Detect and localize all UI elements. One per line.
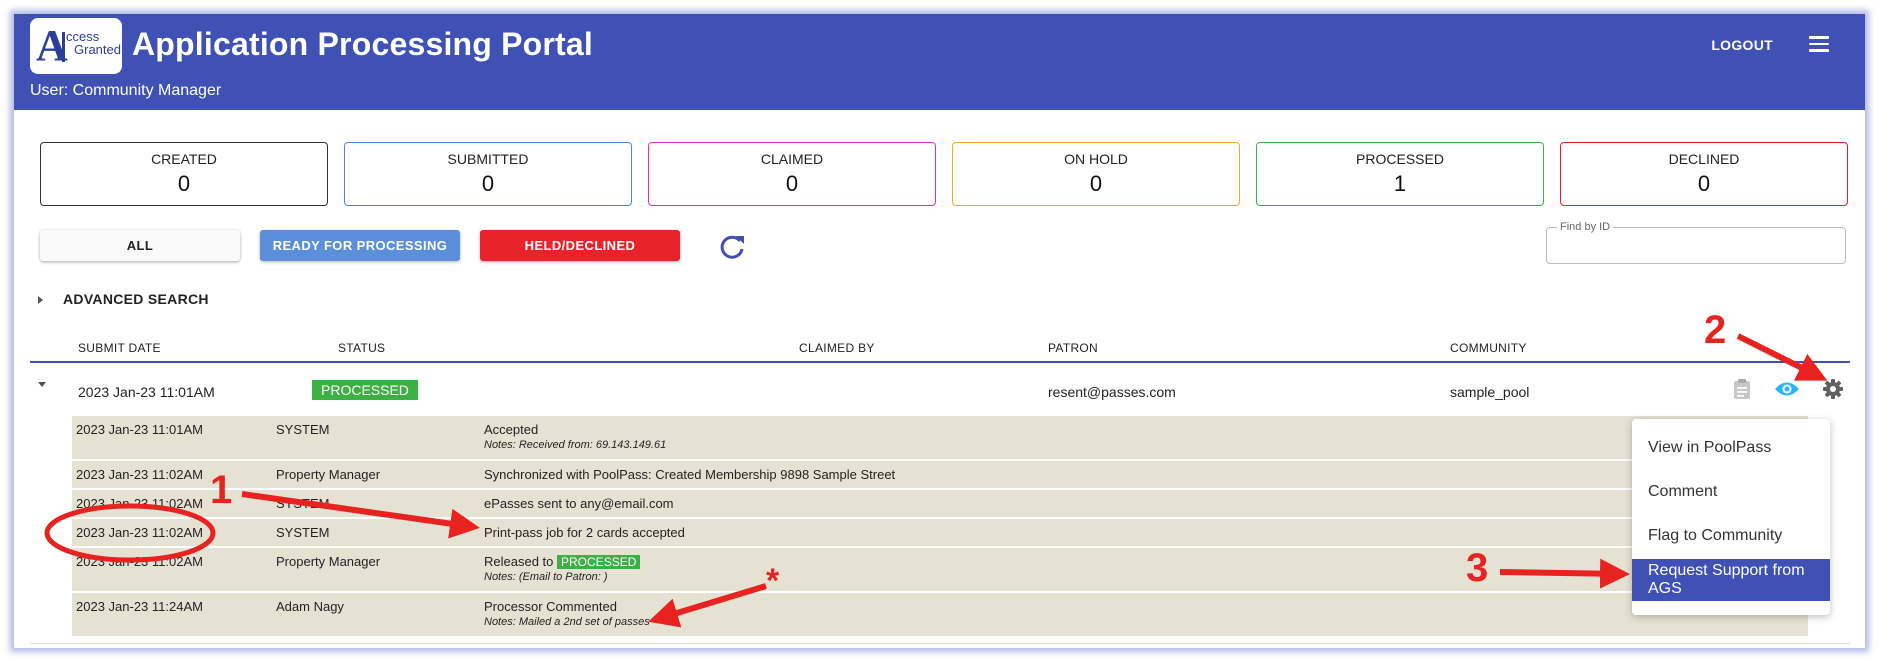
- annotation-number-2: 2: [1704, 308, 1727, 352]
- row-community: sample_pool: [1450, 384, 1530, 400]
- annotation-arrow-2: [1736, 333, 1828, 381]
- history-description: Released to: [484, 554, 554, 569]
- history-row: 2023 Jan-23 11:02AM Property Manager Rel…: [72, 548, 1808, 593]
- history-description: ePasses sent to any@email.com: [484, 496, 674, 511]
- access-granted-logo: A ccess Granted: [30, 18, 122, 74]
- view-eye-icon[interactable]: [1774, 380, 1800, 398]
- stat-value: 1: [1393, 171, 1407, 196]
- history-note: Notes: (Email to Patron: ): [484, 571, 608, 583]
- history-row: 2023 Jan-23 11:02AM Property Manager Syn…: [72, 461, 1808, 490]
- history-text: Accepted Notes: Received from: 69.143.14…: [484, 422, 666, 451]
- app-title: Application Processing Portal: [132, 26, 594, 62]
- col-header-community[interactable]: COMMUNITY: [1450, 341, 1527, 355]
- stat-label: ON HOLD: [1064, 151, 1128, 167]
- history-row: 2023 Jan-23 11:01AM SYSTEM Accepted Note…: [72, 416, 1808, 461]
- stat-card-on-hold[interactable]: ON HOLD 0: [952, 142, 1240, 206]
- stat-card-claimed[interactable]: CLAIMED 0: [648, 142, 936, 206]
- logout-button[interactable]: LOGOUT: [1711, 37, 1773, 53]
- history-description: Accepted: [484, 422, 539, 437]
- stat-label: DECLINED: [1668, 151, 1740, 167]
- history-description: Synchronized with PoolPass: Created Memb…: [484, 467, 896, 482]
- clipboard-icon[interactable]: [1732, 378, 1752, 400]
- stat-label: PROCESSED: [1356, 151, 1444, 167]
- history-note: Notes: Mailed a 2nd set of passes: [484, 616, 650, 628]
- app-window: A ccess Granted Application Processing P…: [14, 14, 1865, 648]
- history-description: Print-pass job for 2 cards accepted: [484, 525, 685, 540]
- history-actor: Property Manager: [276, 467, 381, 482]
- history-actor: SYSTEM: [276, 496, 330, 511]
- history-table: 2023 Jan-23 11:01AM SYSTEM Accepted Note…: [72, 416, 1808, 638]
- expand-arrow-icon: [38, 296, 43, 305]
- history-date: 2023 Jan-23 11:02AM: [76, 525, 203, 540]
- refresh-icon[interactable]: [717, 232, 747, 262]
- logo-text-granted: Granted: [74, 42, 121, 57]
- menu-item-flag-to-community[interactable]: Flag to Community: [1632, 515, 1830, 557]
- stat-label: CREATED: [151, 151, 217, 167]
- user-label: User: Community Manager: [30, 82, 222, 99]
- history-row: 2023 Jan-23 11:02AM SYSTEM ePasses sent …: [72, 490, 1808, 519]
- collapse-row-icon[interactable]: [38, 382, 46, 387]
- history-row: 2023 Jan-23 11:24AM Adam Nagy Processor …: [72, 593, 1808, 638]
- history-date: 2023 Jan-23 11:01AM: [76, 422, 203, 437]
- stat-value: 0: [1697, 171, 1711, 196]
- history-text: Released to PROCESSED Notes: (Email to P…: [484, 554, 641, 583]
- history-actor: SYSTEM: [276, 422, 330, 437]
- stat-card-created[interactable]: CREATED 0: [40, 142, 328, 206]
- history-description: Processor Commented: [484, 599, 617, 614]
- col-header-submit-date[interactable]: SUBMIT DATE: [78, 341, 161, 355]
- stat-value: 0: [1089, 171, 1103, 196]
- history-text: Processor Commented Notes: Mailed a 2nd …: [484, 599, 650, 628]
- history-actor: SYSTEM: [276, 525, 330, 540]
- advanced-search-toggle[interactable]: ADVANCED SEARCH: [38, 291, 209, 307]
- history-date: 2023 Jan-23 11:24AM: [76, 599, 203, 614]
- menu-item-request-support[interactable]: Request Support from AGS: [1632, 559, 1830, 601]
- menu-item-view-in-poolpass[interactable]: View in PoolPass: [1632, 427, 1830, 469]
- app-header: A ccess Granted Application Processing P…: [14, 14, 1865, 110]
- annotation-number-3: 3: [1466, 546, 1489, 590]
- stat-label: CLAIMED: [760, 151, 824, 167]
- gear-icon[interactable]: [1822, 378, 1844, 400]
- advanced-search-label: ADVANCED SEARCH: [63, 291, 209, 307]
- history-date: 2023 Jan-23 11:02AM: [76, 554, 203, 569]
- stat-card-processed[interactable]: PROCESSED 1: [1256, 142, 1544, 206]
- status-badge: PROCESSED: [557, 555, 641, 569]
- history-note: Notes: Received from: 69.143.149.61: [484, 439, 667, 451]
- row-status: PROCESSED: [312, 380, 418, 400]
- hamburger-menu-icon[interactable]: [1809, 36, 1829, 52]
- find-by-id-label: Find by ID: [1557, 221, 1614, 233]
- stat-value: 0: [177, 171, 191, 196]
- table-bottom-divider: [30, 643, 1850, 644]
- row-patron: resent@passes.com: [1048, 384, 1176, 400]
- history-actor: Adam Nagy: [276, 599, 344, 614]
- filter-held-declined-button[interactable]: HELD/DECLINED: [480, 230, 680, 261]
- col-header-status[interactable]: STATUS: [338, 341, 385, 355]
- annotation-number-1: 1: [210, 468, 233, 512]
- history-row: 2023 Jan-23 11:02AM SYSTEM Print-pass jo…: [72, 519, 1808, 548]
- history-date: 2023 Jan-23 11:02AM: [76, 467, 203, 482]
- stat-card-declined[interactable]: DECLINED 0: [1560, 142, 1848, 206]
- stat-label: SUBMITTED: [447, 151, 529, 167]
- history-actor: Property Manager: [276, 554, 381, 569]
- stat-card-submitted[interactable]: SUBMITTED 0: [344, 142, 632, 206]
- filter-ready-button[interactable]: READY FOR PROCESSING: [260, 230, 460, 261]
- col-header-claimed-by[interactable]: CLAIMED BY: [799, 341, 875, 355]
- row-actions-menu: View in PoolPass Comment Flag to Communi…: [1632, 419, 1830, 615]
- stat-value: 0: [481, 171, 495, 196]
- table-header-divider: [30, 361, 1850, 363]
- annotation-star: *: [766, 562, 780, 600]
- row-submit-date: 2023 Jan-23 11:01AM: [78, 384, 215, 400]
- status-badge: PROCESSED: [312, 380, 418, 400]
- find-by-id-input[interactable]: Find by ID: [1546, 221, 1846, 264]
- history-date: 2023 Jan-23 11:02AM: [76, 496, 203, 511]
- menu-item-comment[interactable]: Comment: [1632, 471, 1830, 513]
- col-header-patron[interactable]: PATRON: [1048, 341, 1098, 355]
- stat-value: 0: [785, 171, 799, 196]
- filter-all-button[interactable]: ALL: [40, 230, 240, 261]
